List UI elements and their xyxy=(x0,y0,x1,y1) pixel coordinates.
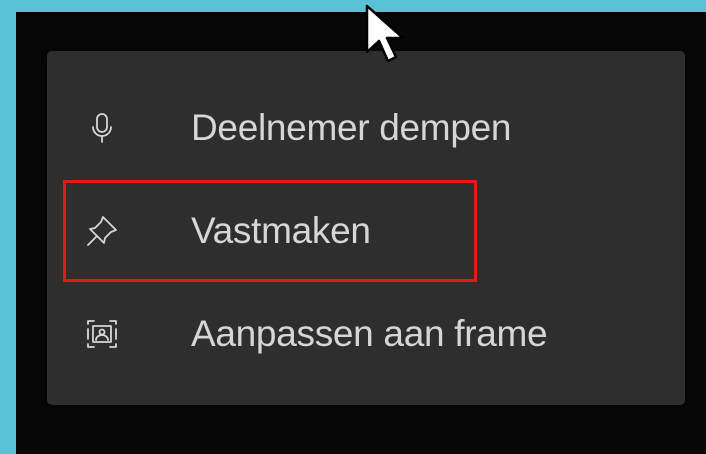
menu-item-label: Aanpassen aan frame xyxy=(191,313,548,354)
menu-item-label: Deelnemer dempen xyxy=(191,107,512,148)
fit-to-frame-icon xyxy=(83,315,121,353)
menu-item-label: Vastmaken xyxy=(191,210,371,251)
participant-context-menu: Deelnemer dempen Vastmaken Aanpassen aan… xyxy=(47,51,685,405)
microphone-icon xyxy=(83,109,121,147)
mouse-cursor-icon xyxy=(364,4,412,66)
pin-icon xyxy=(83,212,121,250)
menu-item-mute-participant[interactable]: Deelnemer dempen xyxy=(47,77,685,179)
menu-item-fit-to-frame[interactable]: Aanpassen aan frame xyxy=(47,283,685,385)
menu-item-pin[interactable]: Vastmaken xyxy=(47,180,685,282)
